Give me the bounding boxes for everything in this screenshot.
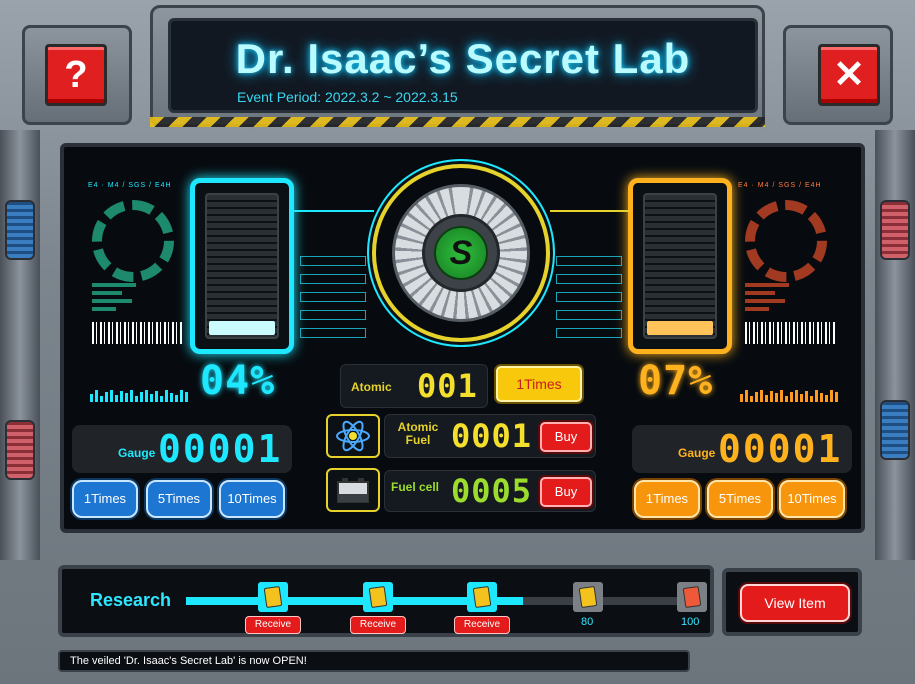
close-button[interactable]: ✕ (818, 44, 880, 106)
atomic-fuel-buy-button[interactable]: Buy (540, 422, 592, 452)
reactor-ring: S (392, 184, 530, 322)
reward-card-4 (573, 582, 603, 612)
right-percent: 07% (638, 358, 714, 404)
battery-icon-box (326, 468, 380, 512)
hud-code-left: E4 · M4 / SGS / E4H (88, 182, 172, 189)
left-tank (190, 178, 294, 354)
right-ring (745, 200, 827, 282)
announcement-ticker: The veiled 'Dr. Isaac's Secret Lab' is n… (58, 650, 690, 672)
left-gauge-value: 00001 (158, 427, 283, 471)
right-5times-button[interactable]: 5Times (707, 480, 773, 518)
red-coil (880, 200, 910, 260)
hazard-stripe (150, 117, 765, 127)
atomic-row: Atomic 001 (340, 364, 488, 408)
right-slot-lines (556, 256, 622, 346)
reward-card-5 (677, 582, 707, 612)
research-title: Research (90, 590, 172, 610)
left-tank-inner (205, 193, 279, 339)
reward-card-1[interactable] (258, 582, 288, 612)
right-tank (628, 178, 732, 354)
event-period: Event Period: 2022.3.2 ~ 2022.3.15 (237, 89, 458, 105)
hud-code-right: E4 · M4 / SGS / E4H (738, 182, 822, 189)
right-barcode (745, 322, 835, 344)
fuel-cell-buy-button[interactable]: Buy (540, 477, 592, 507)
page-title: Dr. Isaac’s Secret Lab (235, 35, 691, 82)
reactor-inner: S (422, 214, 500, 292)
receive-button-3[interactable]: Receive (454, 616, 510, 634)
receive-button-1[interactable]: Receive (245, 616, 301, 634)
left-gauge-label: Gauge (118, 446, 156, 460)
milestone-80: 80 (581, 616, 594, 628)
atomic-fuel-label: Atomic Fuel (393, 421, 443, 447)
link-line (294, 210, 374, 212)
battery-icon (337, 478, 369, 503)
atomic-value: 001 (417, 367, 478, 405)
left-tank-fill (209, 320, 275, 335)
view-item-button[interactable]: View Item (740, 584, 850, 622)
receive-button-2[interactable]: Receive (350, 616, 406, 634)
research-panel: Research Receive Receive Receive 80 100 (58, 565, 714, 637)
atomic-fuel-label-line2: Fuel (405, 433, 431, 447)
right-bars (745, 283, 795, 315)
lightning-icon: S (434, 226, 488, 280)
blue-coil (880, 400, 910, 460)
link-line (550, 210, 630, 212)
reward-card-2[interactable] (363, 582, 393, 612)
milestone-100: 100 (681, 616, 700, 628)
left-10times-button[interactable]: 10Times (219, 480, 285, 518)
left-5times-button[interactable]: 5Times (146, 480, 212, 518)
right-gauge-value: 00001 (718, 427, 843, 471)
title-screen: Dr. Isaac’s Secret Lab Event Period: 202… (168, 18, 758, 113)
fuel-cell-label: Fuel cell (391, 480, 440, 494)
atomic-fuel-label-line1: Atomic (397, 420, 439, 434)
atomic-label: Atomic (351, 380, 392, 394)
right-10times-button[interactable]: 10Times (779, 480, 845, 518)
atomic-1times-button[interactable]: 1Times (496, 366, 582, 402)
reward-card-3[interactable] (467, 582, 497, 612)
left-equalizer (90, 390, 188, 402)
blue-coil (5, 200, 35, 260)
right-gauge-label: Gauge (678, 446, 716, 460)
left-bars (92, 283, 142, 315)
left-rail (0, 130, 40, 560)
left-percent: 04% (200, 358, 276, 404)
reactor: S (372, 164, 550, 342)
fuel-cell-value: 0005 (451, 472, 533, 510)
left-slot-lines (300, 256, 366, 346)
right-equalizer (740, 390, 838, 402)
red-coil (5, 420, 35, 480)
right-gauge-box: Gauge 00001 (632, 425, 852, 473)
help-button[interactable]: ? (45, 44, 107, 106)
view-item-panel: View Item (722, 568, 862, 636)
left-1times-button[interactable]: 1Times (72, 480, 138, 518)
left-ring (92, 200, 174, 282)
right-tank-inner (643, 193, 717, 339)
right-1times-button[interactable]: 1Times (634, 480, 700, 518)
atom-icon (336, 420, 370, 452)
atom-icon-box (326, 414, 380, 458)
left-barcode (92, 322, 182, 344)
right-tank-fill (647, 320, 713, 335)
left-gauge-box: Gauge 00001 (72, 425, 292, 473)
right-rail (875, 130, 915, 560)
atomic-fuel-value: 0001 (451, 417, 533, 455)
